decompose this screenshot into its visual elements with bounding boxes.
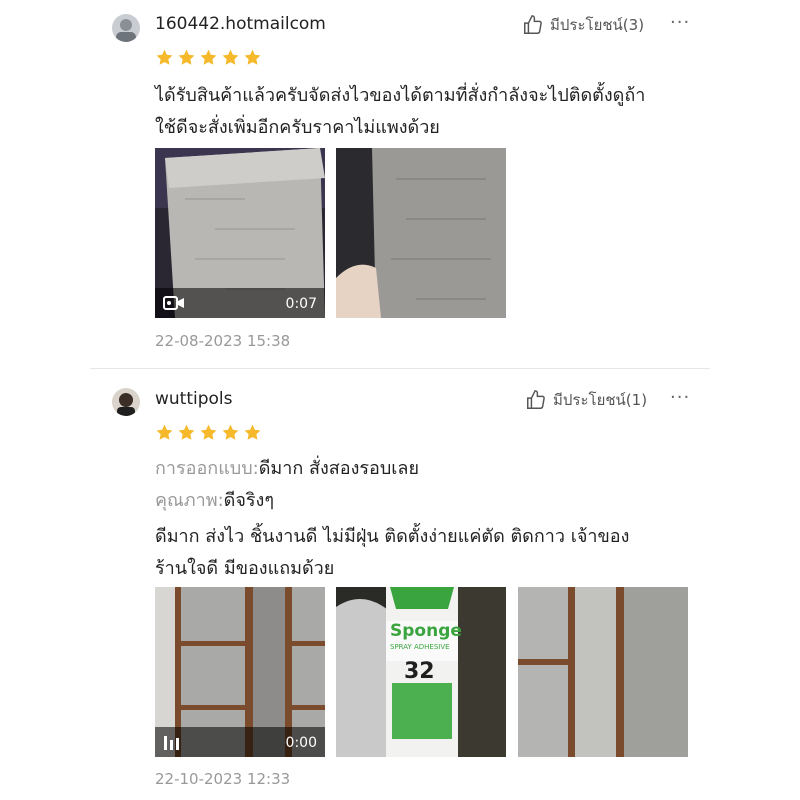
- quality-value: ดีจริงๆ: [223, 490, 275, 511]
- review-body-line: ร้านใจดี มีของแถมด้วย: [155, 558, 335, 579]
- review-divider: [90, 368, 710, 369]
- thumbs-up-icon: [527, 390, 545, 409]
- design-attribute: การออกแบบ:ดีมาก สั่งสองรอบเลย: [155, 453, 715, 485]
- star-icon: [244, 49, 261, 65]
- star-icon: [178, 49, 195, 65]
- audio-bars-icon: [164, 736, 179, 750]
- video-camera-icon: [163, 296, 184, 310]
- star-rating: [155, 423, 262, 442]
- quality-attribute: คุณภาพ:ดีจริงๆ: [155, 485, 715, 517]
- review-date: 22-10-2023 12:33: [155, 770, 291, 788]
- star-icon: [222, 49, 239, 65]
- star-icon: [178, 424, 195, 440]
- review-body-line: ใช้ดีจะสั่งเพิ่มอีกครับราคาไม่แพงด้วย: [155, 117, 440, 138]
- star-icon: [200, 49, 217, 65]
- more-options-icon[interactable]: ···: [670, 387, 690, 408]
- can-number-label: 32: [404, 659, 435, 684]
- design-label: การออกแบบ:: [155, 458, 259, 479]
- design-value: ดีมาก สั่งสองรอบเลย: [258, 458, 419, 479]
- username[interactable]: 160442.hotmailcom: [155, 14, 326, 34]
- helpful-button[interactable]: มีประโยชน์(1): [525, 388, 647, 412]
- thumbs-up-icon: [524, 15, 542, 34]
- video-duration: 0:07: [285, 296, 317, 312]
- star-icon: [200, 424, 217, 440]
- review-photo-thumbnail[interactable]: Sponge SPRAY ADHESIVE 32: [336, 587, 506, 757]
- helpful-button[interactable]: มีประโยชน์(3): [522, 13, 644, 37]
- review-video-thumbnail[interactable]: 0:00: [155, 587, 325, 757]
- video-duration: 0:00: [285, 735, 317, 751]
- review-photo-thumbnail[interactable]: [336, 148, 506, 318]
- review-video-thumbnail[interactable]: 0:07: [155, 148, 325, 318]
- can-subtitle-label: SPRAY ADHESIVE: [390, 643, 450, 651]
- avatar[interactable]: [112, 388, 140, 416]
- star-icon: [156, 424, 173, 440]
- star-icon: [244, 424, 261, 440]
- star-icon: [156, 49, 173, 65]
- can-brand-label: Sponge: [390, 621, 462, 641]
- avatar[interactable]: [112, 14, 140, 42]
- review-date: 22-08-2023 15:38: [155, 332, 291, 350]
- star-rating: [155, 48, 262, 67]
- helpful-count: มีประโยชน์(1): [553, 391, 648, 409]
- review-body-line: ได้รับสินค้าแล้วครับจัดส่งไวของได้ตามที่…: [155, 85, 646, 106]
- review-body: ได้รับสินค้าแล้วครับจัดส่งไวของได้ตามที่…: [155, 80, 715, 144]
- helpful-count: มีประโยชน์(3): [550, 16, 645, 34]
- review-body-line: ดีมาก ส่งไว ชิ้นงานดี ไม่มีฝุ่น ติดตั้งง…: [155, 526, 630, 547]
- more-options-icon[interactable]: ···: [670, 12, 690, 33]
- review-photo-thumbnail[interactable]: [518, 587, 688, 757]
- review-attributes: การออกแบบ:ดีมาก สั่งสองรอบเลย คุณภาพ:ดีจ…: [155, 453, 715, 585]
- quality-label: คุณภาพ:: [155, 490, 224, 511]
- username[interactable]: wuttipols: [155, 389, 233, 409]
- star-icon: [222, 424, 239, 440]
